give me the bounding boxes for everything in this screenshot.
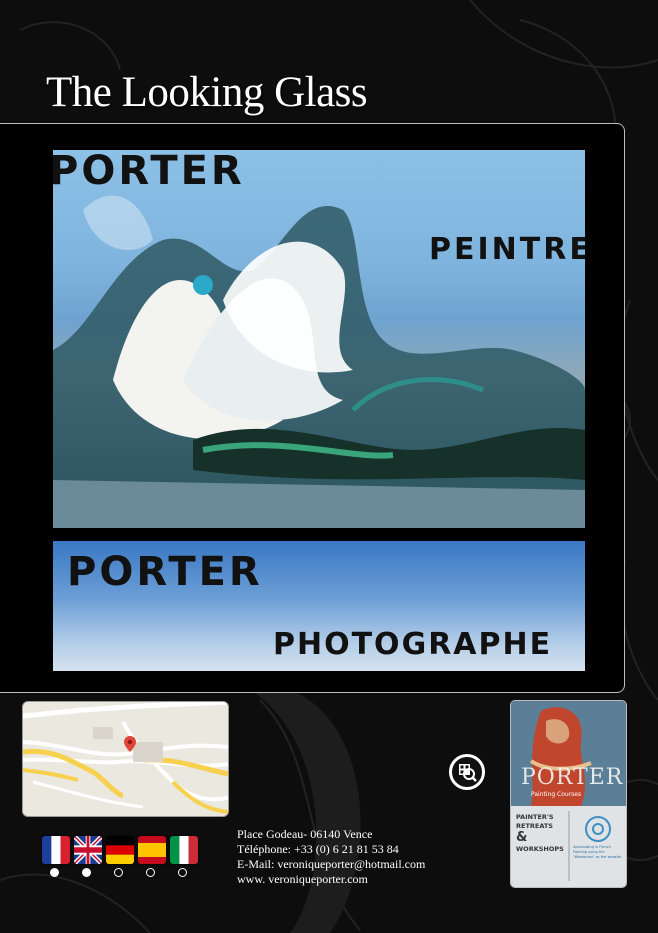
location-map[interactable]: [22, 701, 229, 817]
poster-left-text: PAINTER'S RETREATS & WORKSHOPS: [516, 813, 564, 853]
photo-word-photographe: PHOTOGRAPHE: [273, 627, 553, 662]
page-title: The Looking Glass: [46, 69, 368, 116]
contact-email[interactable]: E-Mail: veroniqueporter@hotmail.com: [237, 857, 425, 872]
contact-phone: Téléphone: +33 (0) 6 21 81 53 84: [237, 842, 399, 856]
painting-word-porter: PORTER: [53, 150, 245, 194]
poster-subtitle: Painting Courses: [531, 791, 582, 798]
french-flag-icon[interactable]: [42, 836, 70, 864]
photo-word-porter: PORTER: [67, 549, 263, 595]
painting-image: PORTER PEINTRE: [53, 150, 585, 528]
workshop-poster[interactable]: PORTER Painting Courses PAINTER'S RETREA…: [510, 700, 627, 888]
contact-info: Place Godeau- 06140 Vence Téléphone: +33…: [237, 827, 425, 887]
contact-address: Place Godeau- 06140 Vence: [237, 827, 373, 841]
contact-website[interactable]: www. veroniqueporter.com: [237, 872, 425, 887]
poster-brand: PORTER: [521, 765, 624, 790]
page-dot-5[interactable]: [178, 868, 187, 877]
page-dot-4[interactable]: [146, 868, 155, 877]
poster-right-text: Specializing in French Painting using th…: [573, 845, 622, 859]
photography-image: PORTER PHOTOGRAPHE: [53, 541, 585, 671]
qr-zoom-button[interactable]: [449, 754, 485, 790]
page-dot-2[interactable]: [82, 868, 91, 877]
uk-flag-icon[interactable]: [74, 836, 102, 864]
german-flag-icon[interactable]: [106, 836, 134, 864]
painting-word-peintre: PEINTRE: [429, 232, 585, 267]
spanish-flag-icon[interactable]: [138, 836, 166, 864]
qr-magnifier-icon: [459, 764, 477, 782]
italian-flag-icon[interactable]: [170, 836, 198, 864]
map-pin-icon: [124, 736, 136, 752]
artwork-frame[interactable]: PORTER PEINTRE PORTER PHOTOGRAPHE: [0, 123, 625, 693]
page-dot-1[interactable]: [50, 868, 59, 877]
page-dot-3[interactable]: [114, 868, 123, 877]
